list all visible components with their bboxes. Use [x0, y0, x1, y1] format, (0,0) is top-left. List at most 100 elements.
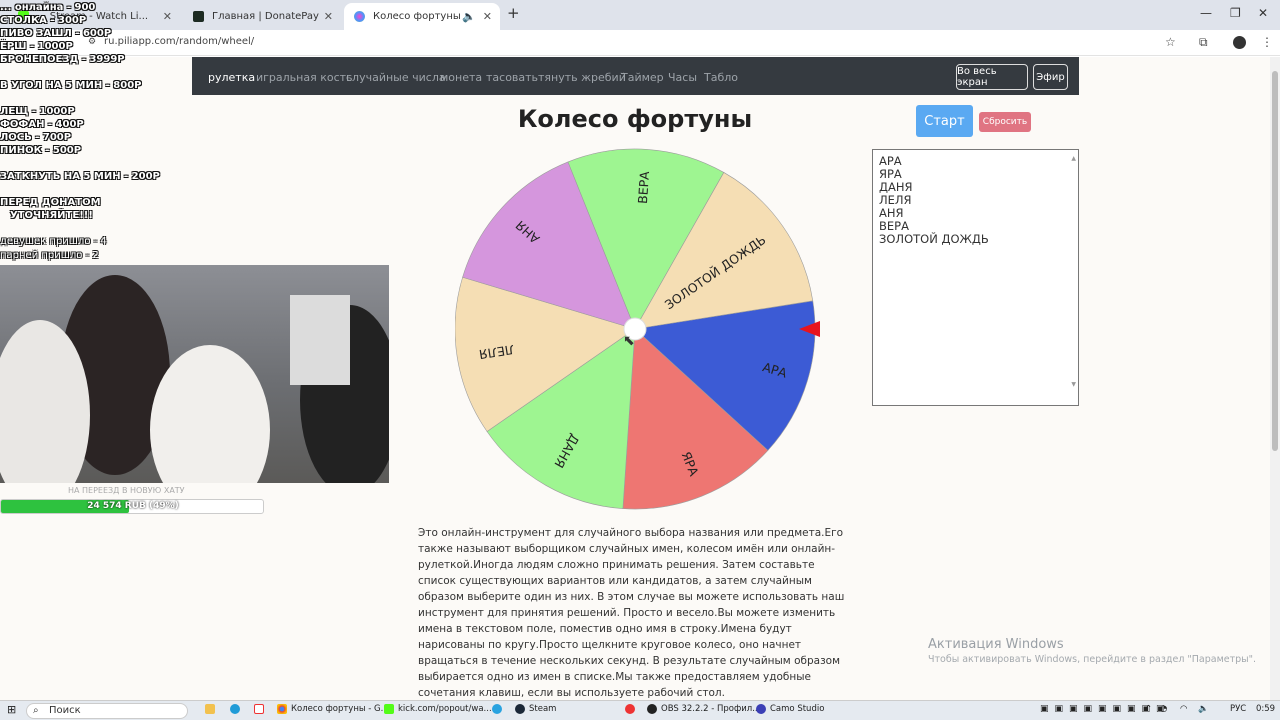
name-line: ЗОЛОТОЙ ДОЖДЬ [879, 232, 989, 246]
overlay-line: СТОЛКА - 300Р [0, 15, 87, 26]
tab-label: Главная | DonatePay [212, 11, 319, 22]
goal-title: НА ПЕРЕЕЗД В НОВУЮ ХАТУ [68, 486, 185, 495]
obs-icon [647, 704, 657, 714]
language-indicator[interactable]: РУС [1230, 704, 1246, 714]
speaker-icon[interactable]: 🔈 [462, 10, 476, 23]
close-icon[interactable]: ✕ [483, 10, 492, 23]
windows-activation-subtitle: Чтобы активировать Windows, перейдите в … [928, 654, 1257, 665]
profile-avatar[interactable] [1233, 36, 1246, 49]
taskbar-app-chrome[interactable]: Колесо фортуны - G... [277, 704, 389, 714]
nav-coin[interactable]: монета [440, 71, 482, 84]
tab-label: Колесо фортуны [373, 11, 461, 22]
overlay-line: ПЕРЕД ДОНАТОМ [0, 197, 101, 208]
overlay-line: ЛОСЬ - 700Р [0, 132, 72, 143]
scroll-up-icon[interactable]: ▲ [1071, 152, 1076, 165]
wifi-icon[interactable]: ◠ [1180, 704, 1187, 714]
menu-icon[interactable]: ⋮ [1261, 35, 1273, 49]
close-icon[interactable]: ✕ [163, 10, 172, 23]
mouse-cursor-icon: ⬉ [623, 333, 635, 349]
scrollbar-thumb[interactable] [1272, 71, 1278, 451]
kick-icon [384, 704, 394, 714]
close-icon[interactable]: ✕ [324, 10, 333, 23]
page-title: Колесо фортуны [517, 105, 753, 133]
wheel-segment-label: ВЕРА [635, 170, 652, 204]
file-explorer-icon[interactable] [205, 704, 219, 714]
wheel-favicon-icon [354, 11, 365, 22]
fullscreen-button[interactable]: Во весь экран [956, 64, 1028, 90]
reset-button[interactable]: Сбросить [979, 112, 1031, 132]
edge-icon[interactable] [230, 704, 244, 714]
network-icon[interactable]: ◔ [1160, 704, 1167, 714]
goal-progress-text: 24 574 RUB (49%) [87, 501, 179, 511]
goal-progress-bar: 24 574 RUB (49%) [0, 499, 264, 514]
nav-random-numbers[interactable]: случайные числа [346, 71, 446, 84]
overlay-line: БРОНЕПОЕЗД - 3999Р [0, 54, 125, 65]
taskbar-app-kick[interactable]: kick.com/popout/wa... [384, 704, 492, 714]
scroll-down-icon[interactable]: ▼ [1071, 378, 1076, 391]
donatepay-icon [193, 11, 204, 22]
nav-scoreboard[interactable]: Табло [704, 71, 738, 84]
star-icon[interactable]: ☆ [1165, 35, 1176, 49]
taskbar-app-label: Steam [529, 704, 557, 714]
taskbar-app-steam[interactable]: Steam [515, 704, 556, 714]
description-text: Это онлайн-инструмент для случайного выб… [418, 527, 845, 699]
nav-shuffle[interactable]: тасовать [486, 71, 538, 84]
volume-icon[interactable]: 🔈 [1198, 704, 1209, 714]
camo-icon [756, 704, 766, 714]
overlay-line: ФОФАН - 400Р [0, 119, 84, 130]
tab-donatepay[interactable]: Главная | DonatePay ✕ [183, 3, 341, 30]
air-button[interactable]: Эфир [1033, 64, 1068, 90]
site-navbar: рулетка игральная кость случайные числа … [192, 57, 1079, 95]
overlay-line: В УГОЛ НА 5 МИН - 800Р [0, 80, 142, 91]
start-button[interactable]: Старт [916, 105, 973, 137]
minimize-icon[interactable]: — [1200, 6, 1212, 20]
overlay-line: ПИВО ЗАШЛ - 600Р [0, 28, 112, 39]
windows-start-icon[interactable]: ⊞ [7, 703, 16, 716]
windows-taskbar: ⊞ ⌕ Поиск Колесо фортуны - G... kick.com… [0, 700, 1280, 720]
tab-wheel[interactable]: Колесо фортуны 🔈 ✕ [344, 3, 500, 30]
taskbar-app-label: OBS 32.2.2 - Профил... [661, 704, 761, 714]
taskbar-app-label: Camo Studio [770, 704, 825, 714]
taskbar-app-obs[interactable]: OBS 32.2.2 - Профил... [647, 704, 760, 714]
nav-timer[interactable]: Таймер [621, 71, 664, 84]
search-placeholder: Поиск [49, 705, 81, 716]
taskbar-app-camo[interactable]: Camo Studio [756, 704, 824, 714]
restore-icon[interactable]: ❐ [1230, 6, 1241, 20]
yandex-icon[interactable] [254, 704, 268, 714]
page-scrollbar[interactable] [1270, 57, 1280, 700]
overlay-line: ЗАТКНУТЬ НА 5 МИН - 200Р [0, 171, 160, 182]
names-textarea[interactable]: АРА ЯРА ДАНЯ ЛЕЛЯ АНЯ ВЕРА ЗОЛОТОЙ ДОЖДЬ… [872, 149, 1079, 406]
overlay-line: УТОЧНЯЙТЕ!!! [10, 210, 93, 221]
overlay-line: ЁРШ - 1000Р [0, 41, 73, 52]
chrome-icon [277, 704, 287, 714]
webcam-feed [0, 265, 389, 483]
nav-dice[interactable]: игральная кость [256, 71, 353, 84]
steam-icon [515, 704, 525, 714]
overlay-line: девушек пришло - 4 [0, 236, 107, 247]
extensions-icon[interactable]: ⧉ [1199, 35, 1208, 50]
name-line: АРА [879, 154, 902, 168]
nav-clock[interactable]: Часы [668, 71, 697, 84]
overlay-line: парней пришло - 2 [0, 250, 99, 261]
new-tab-icon[interactable]: + [507, 4, 520, 22]
browser-tab-bar: ... Stream - Watch Li... ✕ Главная | Don… [0, 0, 1280, 30]
window-close-icon[interactable]: ✕ [1258, 6, 1268, 20]
search-icon: ⌕ [33, 705, 39, 716]
name-line: ЛЕЛЯ [879, 193, 912, 207]
address-bar: ⚙ ru.piliapp.com/random/wheel/ ☆ ⧉ ⋮ [0, 30, 1280, 56]
taskbar-app-label: Колесо фортуны - G... [291, 704, 389, 714]
yandex-browser-icon[interactable] [625, 704, 639, 714]
webcam-fridge [290, 295, 350, 385]
nav-draw-lots[interactable]: тянуть жребий [538, 71, 626, 84]
nav-roulette[interactable]: рулетка [208, 71, 255, 84]
clock[interactable]: 0:59 [1256, 704, 1275, 714]
fortune-wheel[interactable]: АРАЯРАДАНЯЛЕЛЯАНЯВЕРАЗОЛОТОЙ ДОЖДЬ [455, 148, 825, 513]
taskbar-app-label: kick.com/popout/wa... [398, 704, 492, 714]
chevron-up-icon[interactable]: ⌃ [1145, 704, 1152, 714]
telegram-icon[interactable] [492, 704, 506, 714]
overlay-line: ПИНОК - 500Р [0, 145, 82, 156]
url-field[interactable]: ru.piliapp.com/random/wheel/ [104, 36, 254, 47]
overlay-line: ЛЕЩ - 1000Р [0, 106, 75, 117]
taskbar-search-input[interactable]: ⌕ Поиск [26, 703, 188, 719]
overlay-line: ... онлайна - 900 [0, 2, 96, 13]
